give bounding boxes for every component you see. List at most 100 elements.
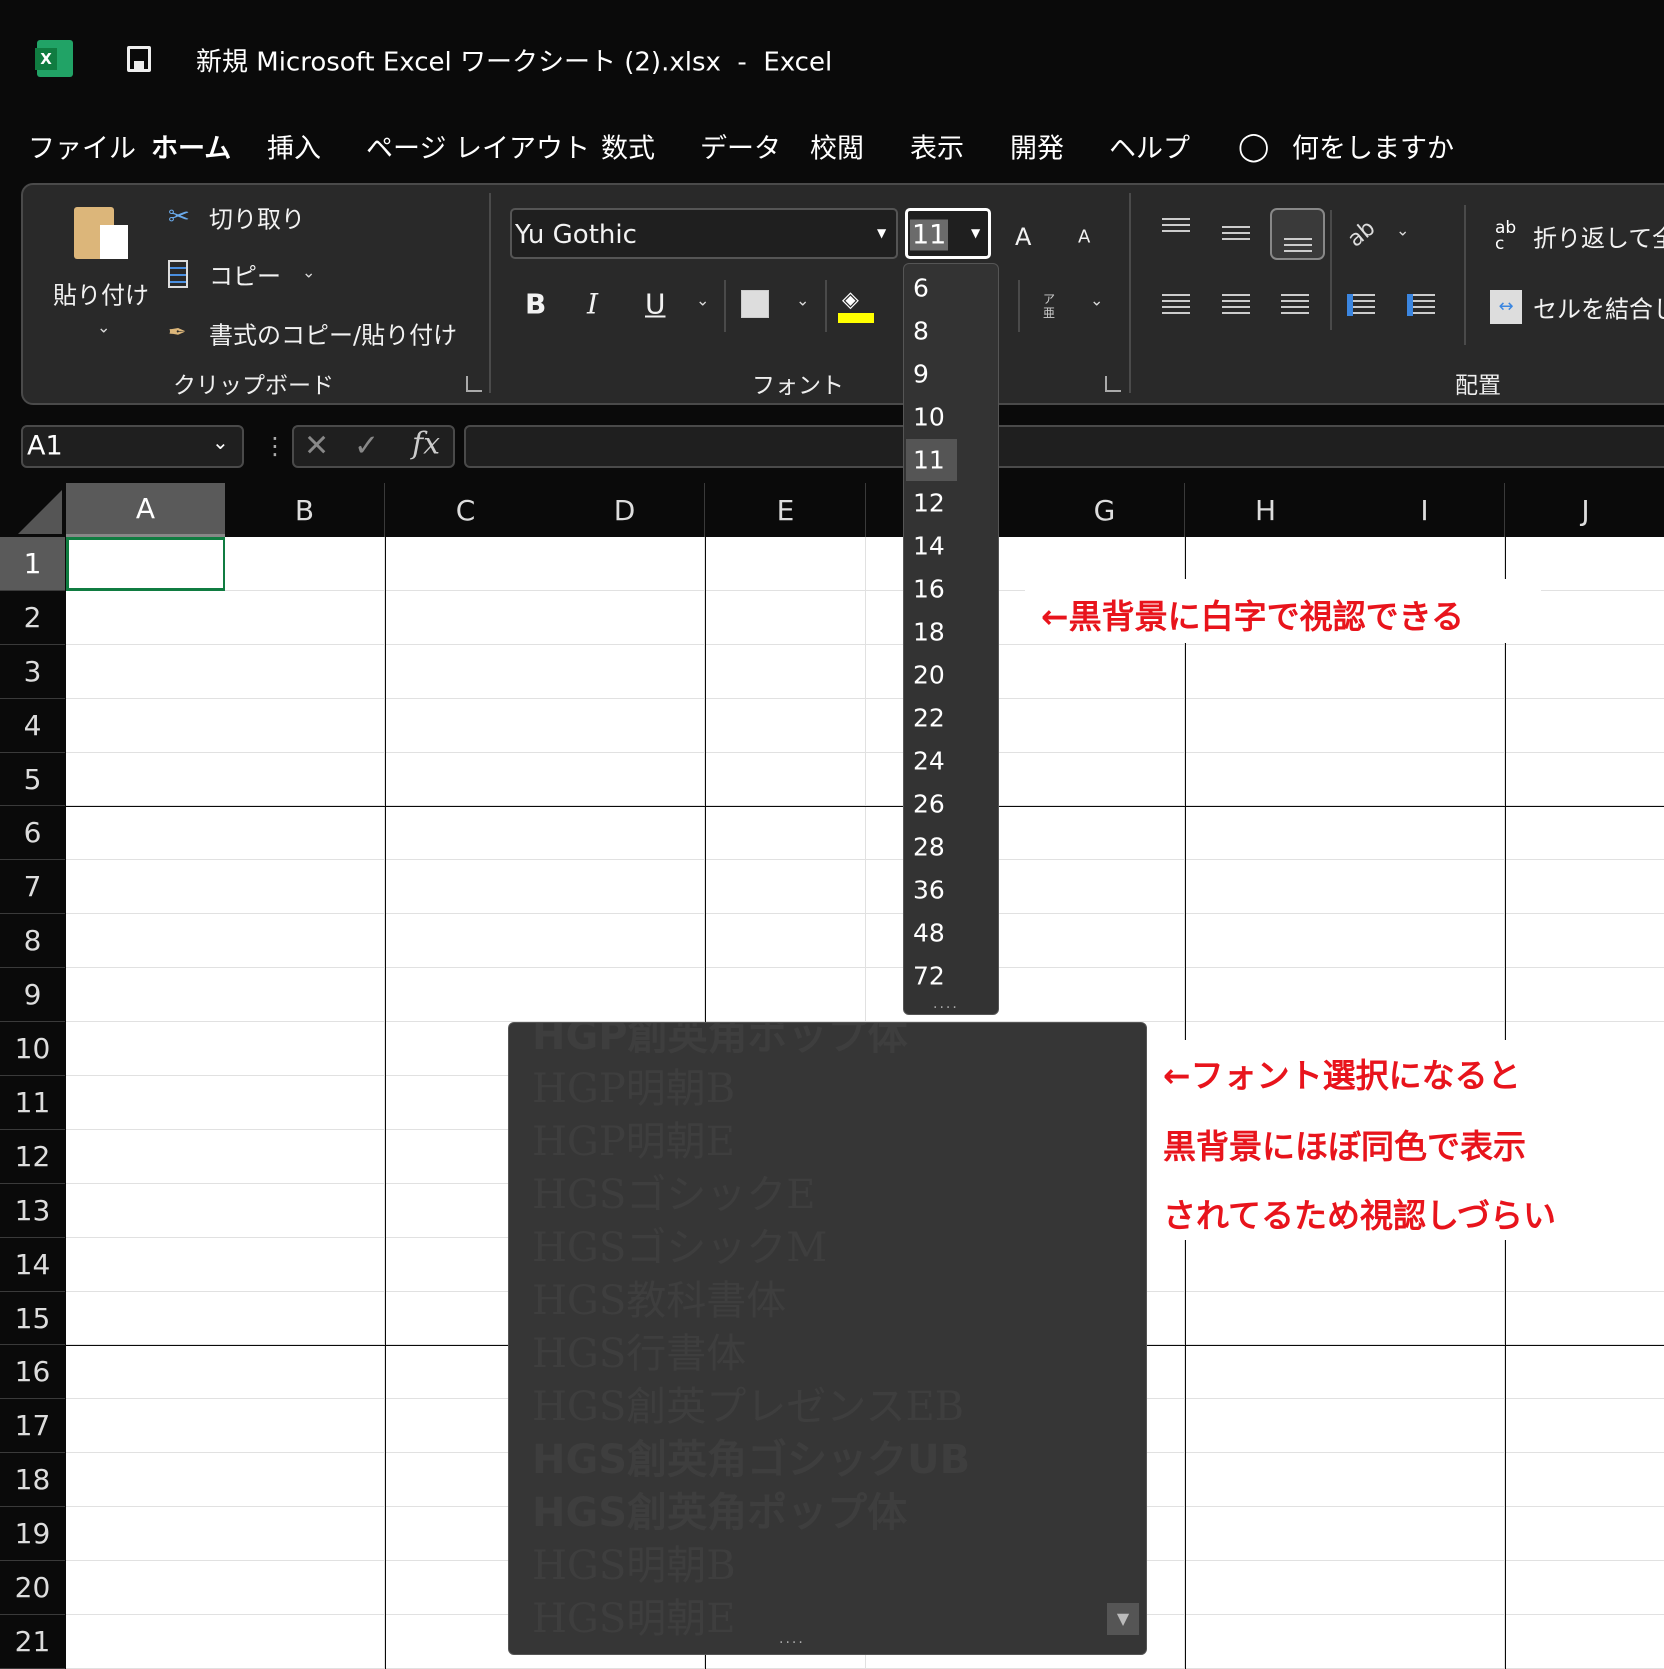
cell[interactable] [1345, 644, 1505, 699]
cell[interactable] [386, 698, 546, 753]
clipboard-launcher-icon[interactable] [466, 376, 482, 392]
cell[interactable] [1506, 968, 1664, 1023]
borders-icon[interactable] [741, 290, 769, 318]
cell[interactable] [1345, 968, 1505, 1023]
cell[interactable] [545, 590, 705, 645]
row-header[interactable]: 21 [0, 1615, 65, 1669]
cell[interactable] [706, 644, 866, 699]
cell[interactable] [1186, 644, 1346, 699]
cancel-icon[interactable]: ✕ [304, 429, 329, 464]
cell[interactable] [1506, 1237, 1664, 1292]
tab-2[interactable]: 挿入 [267, 127, 321, 166]
cell[interactable] [1345, 1507, 1505, 1562]
font-size-option[interactable]: 9 [913, 360, 929, 389]
column-header[interactable]: C [386, 483, 546, 537]
resize-grip[interactable]: .... [933, 996, 959, 1012]
cell[interactable] [386, 644, 546, 699]
cell[interactable] [386, 537, 546, 591]
row-header[interactable]: 14 [0, 1237, 65, 1292]
cell[interactable] [225, 860, 385, 915]
align-center-icon[interactable] [1222, 294, 1250, 316]
paste-icon[interactable] [74, 207, 128, 259]
shrink-font-button[interactable]: A [1078, 227, 1090, 248]
save-icon[interactable] [127, 46, 151, 72]
cell[interactable] [1506, 914, 1664, 969]
font-option[interactable]: HGS創英角ゴシックUB [532, 1427, 970, 1485]
format-painter-button[interactable]: 書式のコピー/貼り付け [209, 316, 457, 351]
cell[interactable] [1186, 698, 1346, 753]
cell[interactable] [225, 1345, 385, 1400]
font-option[interactable]: HGS明朝E [532, 1586, 735, 1644]
italic-button[interactable]: I [587, 288, 598, 321]
font-option[interactable]: HGS教科書体 [532, 1268, 786, 1326]
row-header[interactable]: 16 [0, 1345, 65, 1400]
align-bottom-button[interactable] [1270, 208, 1325, 260]
cell[interactable] [225, 914, 385, 969]
cell[interactable] [1186, 860, 1346, 915]
cut-button[interactable]: 切り取り [209, 200, 305, 235]
row-header[interactable]: 19 [0, 1507, 65, 1562]
paste-chevron-icon[interactable]: ⌄ [97, 318, 110, 337]
cell[interactable] [225, 1022, 385, 1076]
cell[interactable] [1345, 1561, 1505, 1615]
cell[interactable] [706, 914, 866, 969]
cell[interactable] [545, 914, 705, 969]
row-header[interactable]: 3 [0, 644, 65, 699]
tell-me-search[interactable]: 何をしますか [1292, 127, 1454, 166]
cell[interactable] [1186, 914, 1346, 969]
cell[interactable] [1025, 752, 1185, 807]
cell[interactable] [1186, 1399, 1346, 1454]
font-size-option[interactable]: 6 [913, 274, 929, 303]
cell[interactable] [1025, 806, 1185, 861]
formula-input[interactable] [464, 425, 1664, 468]
cell[interactable] [1506, 1561, 1664, 1615]
cell[interactable] [225, 590, 385, 645]
cell[interactable] [66, 1453, 226, 1508]
cell[interactable] [1345, 1345, 1505, 1400]
cell[interactable] [1025, 644, 1185, 699]
tab-7[interactable]: 表示 [910, 127, 964, 166]
column-header[interactable]: E [706, 483, 866, 537]
cell[interactable] [1506, 860, 1664, 915]
cell[interactable] [225, 968, 385, 1023]
font-launcher-icon[interactable] [1105, 376, 1121, 392]
font-size-option[interactable]: 12 [913, 489, 945, 518]
cell[interactable] [225, 537, 385, 591]
cell[interactable] [66, 806, 226, 861]
cell[interactable] [1345, 1453, 1505, 1508]
cell[interactable] [545, 806, 705, 861]
tab-8[interactable]: 開発 [1010, 127, 1064, 166]
selected-cell[interactable] [66, 537, 226, 591]
cell[interactable] [225, 1291, 385, 1346]
paste-button[interactable]: 貼り付け [53, 276, 149, 311]
fill-color-icon[interactable]: ◈ [842, 288, 859, 313]
cell[interactable] [386, 590, 546, 645]
cell[interactable] [386, 860, 546, 915]
column-header[interactable]: A [66, 483, 226, 537]
row-header[interactable]: 1 [0, 537, 65, 591]
name-box-chevron-icon[interactable]: ⌄ [212, 430, 229, 454]
column-header[interactable]: H [1186, 483, 1346, 537]
cell[interactable] [1345, 914, 1505, 969]
tab-1[interactable]: ホーム [151, 127, 231, 166]
cell[interactable] [386, 968, 546, 1023]
cell[interactable] [1186, 806, 1346, 861]
cell[interactable] [66, 1615, 226, 1669]
cell[interactable] [66, 1507, 226, 1562]
cell[interactable] [66, 1076, 226, 1130]
cell[interactable] [386, 752, 546, 807]
row-header[interactable]: 17 [0, 1399, 65, 1454]
cell[interactable] [1506, 1453, 1664, 1508]
cell[interactable] [1186, 1345, 1346, 1400]
cell[interactable] [66, 644, 226, 699]
cell[interactable] [706, 860, 866, 915]
font-size-option[interactable]: 14 [913, 532, 945, 561]
row-header[interactable]: 11 [0, 1076, 65, 1130]
cell[interactable] [545, 752, 705, 807]
borders-chevron-icon[interactable]: ⌄ [796, 291, 809, 310]
font-size-option[interactable]: 22 [913, 704, 945, 733]
font-option[interactable]: HGS創英角ポップ体 [532, 1480, 907, 1538]
font-size-option[interactable]: 72 [913, 962, 945, 991]
cell[interactable] [1025, 698, 1185, 753]
cell[interactable] [225, 1237, 385, 1292]
